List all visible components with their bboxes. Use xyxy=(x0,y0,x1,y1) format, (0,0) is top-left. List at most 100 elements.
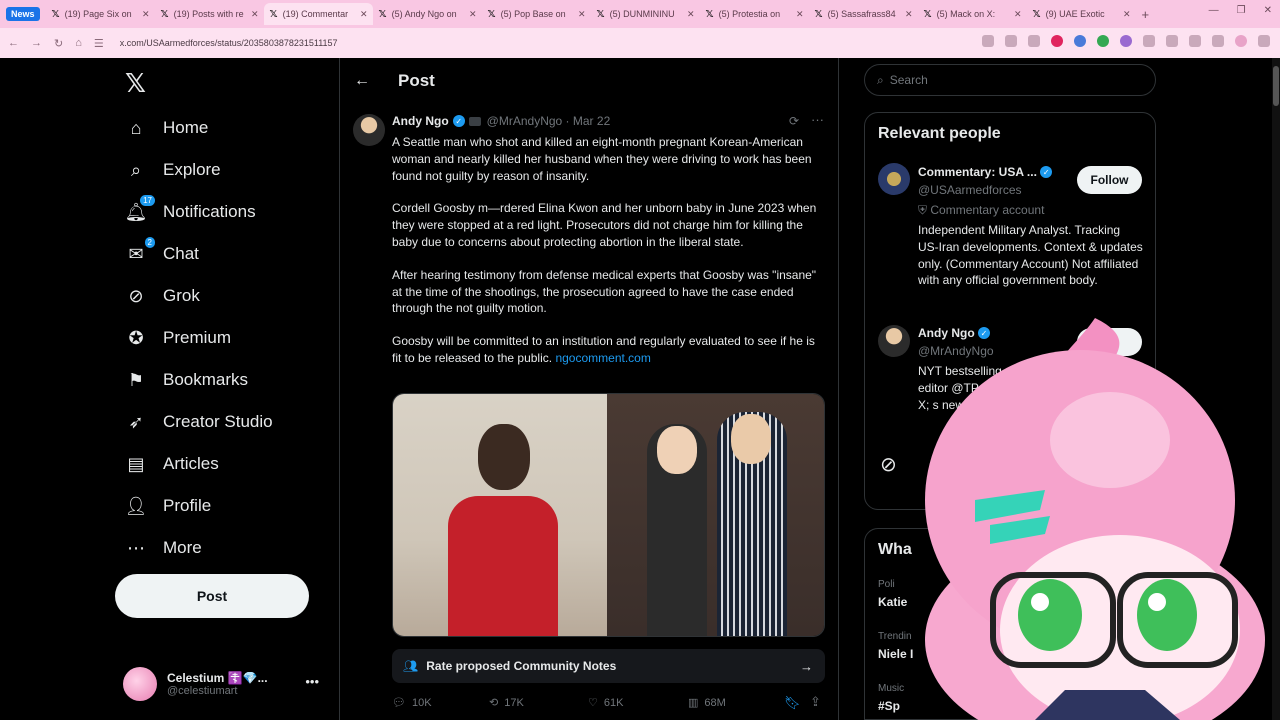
close-icon[interactable]: ✕ xyxy=(251,9,259,20)
close-icon[interactable]: ✕ xyxy=(360,9,368,20)
chart-icon: ▥ xyxy=(688,697,699,709)
verified-icon: ✓ xyxy=(1040,166,1053,178)
media-image-left[interactable] xyxy=(393,394,607,636)
post-date[interactable]: Mar 22 xyxy=(573,114,610,128)
post-text: A Seattle man who shot and killed an eig… xyxy=(392,134,824,383)
share-icon[interactable]: ⇪ xyxy=(810,694,821,710)
nav-item-notifications[interactable]: 🔔︎ 17 Notifications xyxy=(125,195,256,227)
views-button[interactable]: ▥ 68M xyxy=(688,696,726,710)
author-avatar[interactable] xyxy=(353,114,385,146)
nav-item-creator-studio[interactable]: ➶ Creator Studio xyxy=(125,407,272,437)
close-icon[interactable]: ✕ xyxy=(796,9,804,20)
star-icon[interactable] xyxy=(1028,35,1040,47)
nav-item-premium[interactable]: ✪ Premium xyxy=(125,323,231,353)
menu-icon[interactable] xyxy=(1258,35,1270,47)
mail-icon: ✉ 2 xyxy=(125,237,155,265)
grok-explain-icon[interactable]: ⟳ xyxy=(789,114,799,128)
search-icon: ⌕ xyxy=(877,72,884,87)
install-icon[interactable] xyxy=(982,35,994,47)
more-icon[interactable]: ··· xyxy=(811,112,824,127)
author-name[interactable]: Andy Ngo xyxy=(392,114,449,128)
scrollbar[interactable] xyxy=(1272,58,1280,720)
more-icon[interactable]: ••• xyxy=(305,674,319,689)
browser-tab-active[interactable]: 𝕏 (19) Commentar ✕ xyxy=(263,3,373,25)
nav-item-chat[interactable]: ✉ 2 Chat xyxy=(125,237,199,269)
post-link[interactable]: ngocomment.com xyxy=(555,351,650,365)
more-circle-icon: ⋯ xyxy=(127,537,145,558)
grok-icon[interactable]: ⊘ xyxy=(880,452,897,477)
forward-icon[interactable]: → xyxy=(31,37,42,49)
browser-tab[interactable]: 𝕏 (19) Page Six on ✕ xyxy=(46,3,155,25)
trend-item[interactable]: Katie xyxy=(878,595,907,609)
nav-item-bookmarks[interactable]: ⚑ Bookmarks xyxy=(125,365,248,395)
nav-item-profile[interactable]: 👤︎ Profile xyxy=(125,491,212,521)
reply-button[interactable]: 💬︎ 10K xyxy=(392,696,432,710)
nav-item-grok[interactable]: ⊘ Grok xyxy=(125,281,199,311)
sidebar-icon[interactable] xyxy=(1166,35,1178,47)
nav-item-articles[interactable]: ▤ Articles xyxy=(125,449,218,479)
puzzle-icon[interactable] xyxy=(1143,35,1155,47)
close-icon[interactable]: ✕ xyxy=(905,9,913,20)
bookmark-filled-icon[interactable]: 🔖︎ xyxy=(784,695,801,711)
close-icon[interactable]: ✕ xyxy=(687,9,695,20)
repost-button[interactable]: ⟲ 17K xyxy=(489,696,524,710)
extension-purple-icon[interactable] xyxy=(1120,35,1132,47)
extension-green-icon[interactable] xyxy=(1097,35,1109,47)
site-info-icon[interactable]: ☰ xyxy=(94,37,104,50)
close-icon[interactable]: ✕ xyxy=(1014,9,1022,20)
avatar[interactable] xyxy=(878,163,910,195)
close-icon[interactable]: ✕ xyxy=(469,9,477,20)
download-icon[interactable] xyxy=(1212,35,1224,47)
close-icon[interactable]: ✕ xyxy=(1123,9,1131,20)
affiliation-icon xyxy=(468,116,481,126)
post-paragraph: Cordell Goosby m—rdered Elina Kwon and h… xyxy=(392,201,817,249)
browser-tab[interactable]: 𝕏 (9) UAE Exotic ✕ xyxy=(1027,3,1136,25)
x-logo-icon[interactable]: 𝕏 xyxy=(125,68,146,99)
profile-icon[interactable] xyxy=(1235,35,1247,47)
url-field[interactable]: x.com/USAarmedforces/status/203580387823… xyxy=(120,38,338,48)
close-icon[interactable]: ✕ xyxy=(142,9,150,20)
browser-tab[interactable]: 𝕏 (5) Mack on X: ✕ xyxy=(918,3,1027,25)
news-badge[interactable]: News xyxy=(6,7,40,21)
head-shape xyxy=(657,426,697,474)
nav-item-explore[interactable]: ⌕ Explore xyxy=(125,155,221,185)
browser-tab[interactable]: 𝕏 (5) DUNMININU ✕ xyxy=(591,3,700,25)
browser-tab[interactable]: 𝕏 (19) Posts with re ✕ xyxy=(155,3,264,25)
post-button[interactable]: Post xyxy=(115,574,309,618)
new-tab-icon[interactable]: + xyxy=(1142,7,1150,22)
x-logo-icon: 𝕏 xyxy=(814,8,823,20)
community-notes-bar[interactable]: 👥︎ Rate proposed Community Notes → xyxy=(392,649,825,683)
media-icon[interactable] xyxy=(1189,35,1201,47)
scrollbar-thumb[interactable] xyxy=(1273,66,1279,106)
repost-icon: ⟲ xyxy=(489,697,499,709)
close-window-icon[interactable]: ✕ xyxy=(1264,5,1272,16)
back-icon[interactable]: ← xyxy=(8,37,19,49)
browser-tab[interactable]: 𝕏 (5) Sassafrass84 ✕ xyxy=(809,3,918,25)
nav-item-home[interactable]: ⌂ Home xyxy=(125,113,209,143)
account-name: Celestium ☦️💎... xyxy=(167,671,268,685)
trend-item[interactable]: #Sp xyxy=(878,699,900,713)
search-input[interactable]: ⌕ Search xyxy=(864,64,1156,96)
minimize-icon[interactable]: — xyxy=(1209,5,1219,16)
close-icon[interactable]: ✕ xyxy=(578,9,586,20)
nav-item-more[interactable]: ⋯ More xyxy=(125,533,202,563)
media-image-right[interactable] xyxy=(607,394,824,636)
person-handle[interactable]: @USAarmedforces xyxy=(918,183,1022,197)
like-button[interactable]: ♡ 61K xyxy=(588,696,623,710)
extension-red-icon[interactable] xyxy=(1051,35,1063,47)
author-handle[interactable]: @MrAndyNgo xyxy=(487,114,563,128)
post-media[interactable] xyxy=(392,393,825,637)
browser-tab[interactable]: 𝕏 (5) Pop Base on ✕ xyxy=(482,3,591,25)
account-switcher[interactable]: Celestium ☦️💎... @celestiumart ••• xyxy=(123,664,333,704)
extension-blue-icon[interactable] xyxy=(1074,35,1086,47)
article-icon: ▤ xyxy=(127,453,145,474)
back-arrow-icon[interactable]: ← xyxy=(354,72,370,90)
browser-tab[interactable]: 𝕏 (5) Andy Ngo on ✕ xyxy=(373,3,482,25)
browser-tab[interactable]: 𝕏 (5) Protestia on ✕ xyxy=(700,3,809,25)
zoom-icon[interactable] xyxy=(1005,35,1017,47)
follow-button[interactable]: Follow xyxy=(1077,166,1142,194)
maximize-icon[interactable]: ❐ xyxy=(1237,5,1246,16)
home-button-icon[interactable]: ⌂ xyxy=(75,37,82,49)
person-name[interactable]: Commentary: USA ... ✓ xyxy=(918,165,1056,179)
reload-icon[interactable]: ↻ xyxy=(54,37,63,50)
